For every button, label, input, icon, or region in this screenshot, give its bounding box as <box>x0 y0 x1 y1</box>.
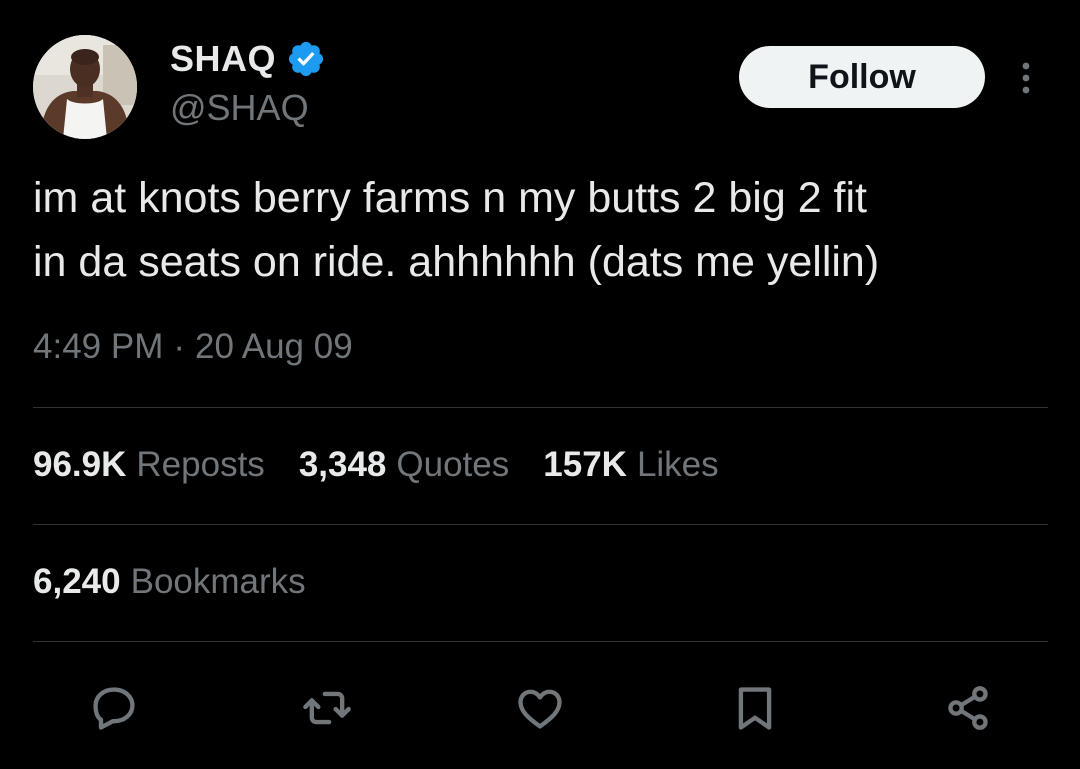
reposts-stat[interactable]: 96.9K Reposts <box>33 445 265 485</box>
author-name[interactable]: SHAQ <box>170 38 276 80</box>
bookmarks-stat-row: 6,240 Bookmarks <box>33 562 306 602</box>
divider <box>33 407 1048 408</box>
bookmarks-stat[interactable]: 6,240 Bookmarks <box>33 562 306 602</box>
action-bar <box>0 680 1080 736</box>
tweet-text-line-1: im at knots berry farms n my butts 2 big… <box>33 174 868 222</box>
reply-icon[interactable] <box>86 680 142 736</box>
quotes-label: Quotes <box>396 445 510 484</box>
tweet-time[interactable]: 4:49 PM <box>33 327 163 367</box>
divider <box>33 641 1048 642</box>
reposts-count: 96.9K <box>33 445 127 484</box>
likes-count: 157K <box>543 445 627 484</box>
likes-label: Likes <box>636 445 719 484</box>
engagement-stats: 96.9K Reposts 3,348 Quotes 157K Likes <box>33 445 719 485</box>
quotes-count: 3,348 <box>298 445 387 484</box>
tweet-detail: SHAQ @SHAQ Follow im at knots berry farm… <box>0 0 1080 769</box>
verified-badge-icon <box>286 39 326 79</box>
meta-separator: · <box>173 327 186 366</box>
bookmark-icon[interactable] <box>727 680 783 736</box>
bookmarks-count: 6,240 <box>33 562 121 601</box>
more-options-icon[interactable] <box>1014 58 1038 98</box>
author-name-row: SHAQ <box>170 38 326 80</box>
repost-icon[interactable] <box>299 680 355 736</box>
follow-button[interactable]: Follow <box>739 46 985 108</box>
tweet-text: im at knots berry farms n my butts 2 big… <box>33 166 1053 294</box>
tweet-timestamp: 4:49 PM · 20 Aug 09 <box>33 327 353 367</box>
tweet-text-line-2: in da seats on ride. ahhhhhh (dats me ye… <box>33 238 880 286</box>
like-icon[interactable] <box>512 680 568 736</box>
avatar[interactable] <box>33 35 137 139</box>
avatar-image <box>33 35 137 139</box>
tweet-date[interactable]: 20 Aug 09 <box>195 327 353 367</box>
author-handle[interactable]: @SHAQ <box>170 87 309 129</box>
bookmarks-label: Bookmarks <box>130 562 306 601</box>
quotes-stat[interactable]: 3,348 Quotes <box>299 445 509 485</box>
reposts-label: Reposts <box>136 445 265 484</box>
divider <box>33 524 1048 525</box>
share-icon[interactable] <box>940 680 996 736</box>
likes-stat[interactable]: 157K Likes <box>543 445 718 485</box>
